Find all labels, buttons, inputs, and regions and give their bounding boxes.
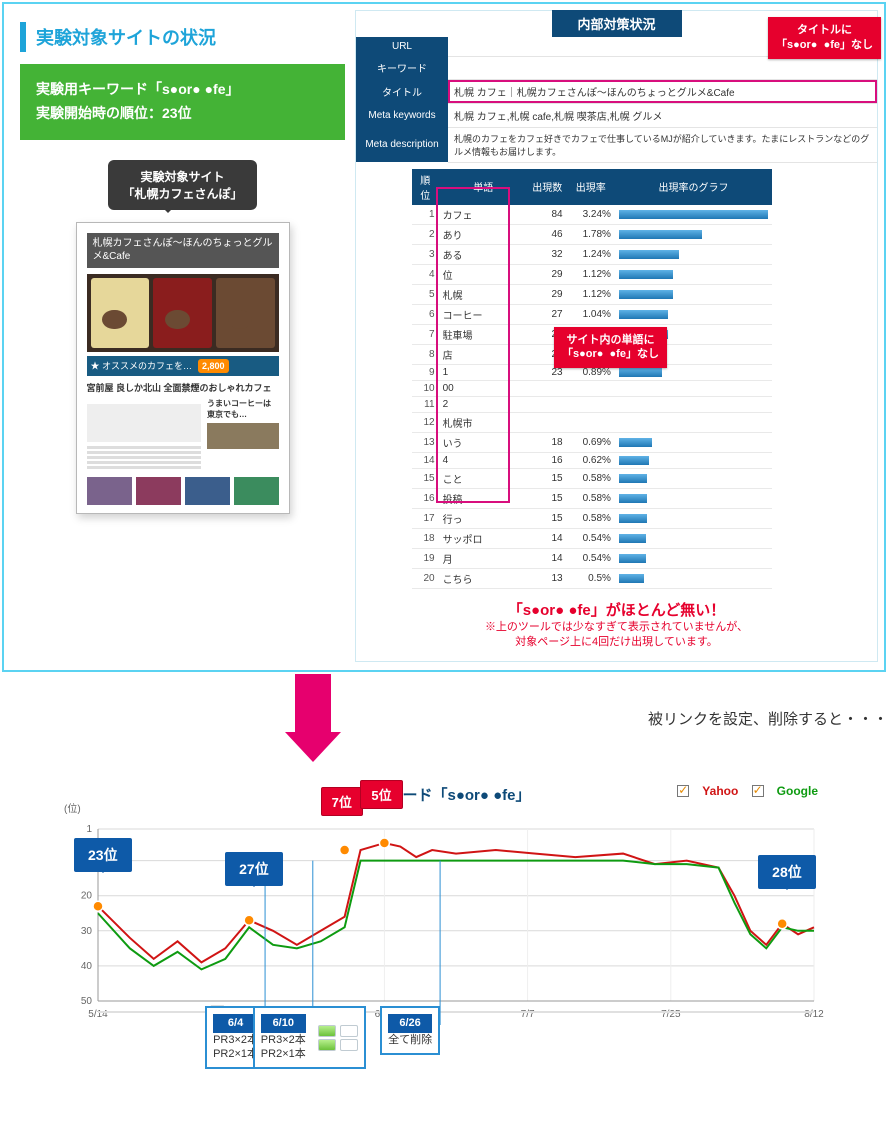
table-row: 17行っ150.58% [412,508,772,528]
link-event-box: 6/26全て削除 [380,1006,440,1055]
svg-text:7/7: 7/7 [521,1009,535,1020]
meta-kw-value [448,56,877,79]
meta-title-value: 札幌 カフェ｜札幌カフェさんぽ～ほんのちょっとグルメ&Cafe [448,79,877,103]
shot-hero [87,274,279,352]
shot-body [87,404,201,471]
top-panel: 実験対象サイトの状況 実験用キーワード「s●or● ●fe」 実験開始時の順位：… [2,2,886,672]
meta-mkw-value: 札幌 カフェ,札幌 cafe,札幌 喫茶店,札幌 グルメ [448,103,877,127]
legend-google: Google [777,784,818,798]
note-line: 「s●or● ●fe」なし [562,348,659,360]
svg-text:20: 20 [81,891,93,902]
shot-thumbs [87,477,279,505]
chain-icon [312,1008,364,1067]
link-event-box: 6/10PR3×2本PR2×1本 [253,1006,366,1069]
mid-text: 被リンクを設定、削除すると・・・ [648,708,888,729]
svg-text:40: 40 [81,961,93,972]
svg-text:50: 50 [81,996,93,1007]
warning-sub: ※上のツールでは少なすぎて表示されていませんが、 対象ページ上に4回だけ出現して… [364,620,869,652]
meta-kw-label: キーワード [356,56,448,79]
hdr-rank: 順位 [412,169,439,205]
bubble-line: 「札幌カフェさんぽ」 [122,187,242,201]
meta-title-label: タイトル [356,79,448,103]
shot-banner: ★ オススメのカフェを… 2,800 [87,356,279,376]
rank-callout-red: 5位 [360,780,402,809]
shot-title: 札幌カフェさんぽ～ほんのちょっとグルメ&Cafe [87,233,279,268]
table-row: 18サッポロ140.54% [412,528,772,548]
rank-callout-blue: 27位 [225,852,283,886]
site-card: 実験対象サイト 「札幌カフェさんぽ」 札幌カフェさんぽ～ほんのちょっとグルメ&C… [20,160,345,515]
internal-status-panel: 内部対策状況 URL キーワード タイトル 札幌 カフェ｜札幌カフェさんぽ～ほん… [355,10,878,662]
hdr-cnt: 出現数 [528,169,567,205]
shot-price: 2,800 [198,359,229,373]
magenta-arrow-icon [285,674,341,768]
hdr-rate: 出現率 [567,169,615,205]
checkbox-icon [752,785,764,797]
y-axis-label: (位) [64,800,81,815]
right-heading: 内部対策状況 [552,10,682,37]
table-row: 19月140.54% [412,548,772,568]
summary-line2: 実験開始時の順位：23位 [36,102,329,126]
meta-url-label: URL [356,37,448,56]
site-bubble: 実験対象サイト 「札幌カフェさんぽ」 [108,160,256,210]
chart-svg: 110203040505/146/197/77/258/12 [64,809,824,1025]
rank-callout-red: 7位 [321,787,363,816]
svg-text:5/14: 5/14 [88,1009,108,1020]
word-column-highlight [436,187,510,503]
page-title: 実験対象サイトの状況 [20,22,345,52]
experiment-summary: 実験用キーワード「s●or● ●fe」 実験開始時の順位：23位 [20,64,345,140]
shot-side: うまいコーヒーは東京でも… [207,398,279,471]
warning-main: 「s●or● ●fe」がほとんど無い！ [364,599,869,620]
chart-legend: Yahoo Google [667,784,818,798]
rank-callout-blue: 28位 [758,855,816,889]
mid-row: 被リンクを設定、削除すると・・・ [0,674,888,762]
red-note-title: タイトルに 「s●or● ●fe」なし [768,17,881,59]
svg-text:30: 30 [81,926,93,937]
rank-callout-blue: 23位 [74,838,132,872]
red-note-words: サイト内の単語に 「s●or● ●fe」なし [554,327,667,369]
summary-line1: 実験用キーワード「s●or● ●fe」 [36,78,329,102]
svg-text:7/25: 7/25 [661,1009,681,1020]
left-column: 実験対象サイトの状況 実験用キーワード「s●or● ●fe」 実験開始時の順位：… [10,10,355,662]
shot-article: 宮前屋 良しか北山 全面禁煙のおしゃれカフェ [87,382,279,395]
meta-mdesc-value: 札幌のカフェをカフェ好きでカフェで仕事しているMJが紹介していきます。たまにレス… [448,127,877,162]
meta-mkw-label: Meta keywords [356,103,448,127]
svg-text:8/12: 8/12 [804,1009,824,1020]
checkbox-icon [677,785,689,797]
hdr-graph: 出現率のグラフ [615,169,772,205]
site-screenshot: 札幌カフェさんぽ～ほんのちょっとグルメ&Cafe ★ オススメのカフェを… 2,… [76,222,290,515]
note-line: サイト内の単語に [566,334,654,346]
table-row: 20こちら130.5% [412,568,772,588]
note-line: 「s●or● ●fe」なし [776,39,873,51]
svg-text:1: 1 [86,824,92,835]
bubble-line: 実験対象サイト [140,170,224,184]
legend-yahoo: Yahoo [702,784,738,798]
note-line: タイトルに [797,24,852,36]
meta-mdesc-label: Meta description [356,127,448,162]
rank-chart: キーワード「s●or● ●fe」 Yahoo Google 1102030405… [64,784,824,1025]
